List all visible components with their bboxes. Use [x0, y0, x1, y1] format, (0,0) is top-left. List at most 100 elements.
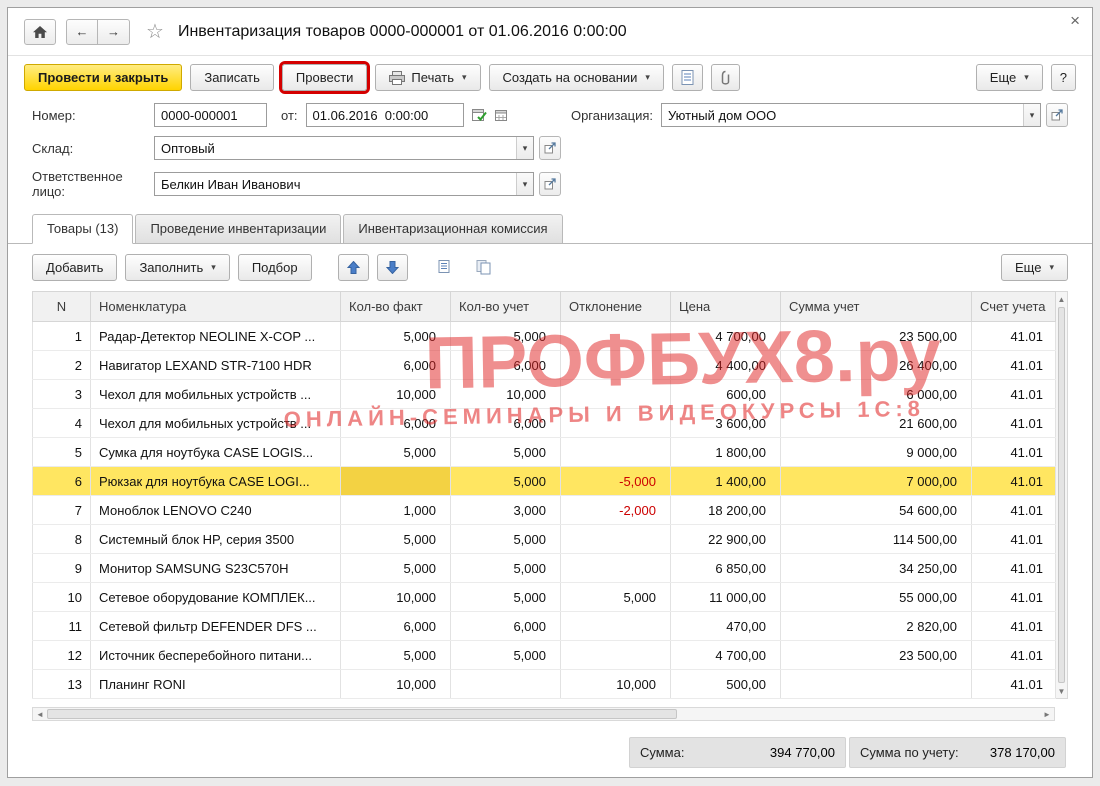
- column-header[interactable]: Кол-во факт: [340, 291, 451, 322]
- create-based-on-button[interactable]: Создать на основании ▾: [488, 64, 664, 91]
- number-field[interactable]: [154, 103, 267, 127]
- chevron-down-icon[interactable]: ▾: [516, 137, 533, 159]
- cell-name[interactable]: Моноблок LENOVO C240: [90, 495, 341, 525]
- cell-sum[interactable]: [780, 669, 972, 699]
- date-input[interactable]: [306, 104, 495, 126]
- cell-account[interactable]: 41.01: [971, 611, 1056, 641]
- cell-price[interactable]: 470,00: [670, 611, 781, 641]
- column-header[interactable]: Кол-во учет: [450, 291, 561, 322]
- cell-sum[interactable]: 34 250,00: [780, 553, 972, 583]
- cell-fact[interactable]: 5,000: [340, 524, 451, 554]
- cell-dev[interactable]: 10,000: [560, 669, 671, 699]
- scroll-left-icon[interactable]: ◄: [33, 708, 47, 720]
- scroll-up-icon[interactable]: ▲: [1056, 292, 1067, 306]
- organization-input[interactable]: [662, 104, 1023, 126]
- cell-price[interactable]: 1 800,00: [670, 437, 781, 467]
- cell-price[interactable]: 4 700,00: [670, 321, 781, 351]
- tab-goods[interactable]: Товары (13): [32, 214, 134, 244]
- cell-price[interactable]: 600,00: [670, 379, 781, 409]
- cell-name[interactable]: Сетевой фильтр DEFENDER DFS ...: [90, 611, 341, 641]
- cell-fact[interactable]: 5,000: [340, 640, 451, 670]
- cell-sum[interactable]: 23 500,00: [780, 640, 972, 670]
- cell-dev[interactable]: [560, 611, 671, 641]
- cell-qty[interactable]: 6,000: [450, 611, 561, 641]
- cell-account[interactable]: 41.01: [971, 408, 1056, 438]
- cell-name[interactable]: Сумка для ноутбука CASE LOGIS...: [90, 437, 341, 467]
- cell-sum[interactable]: 26 400,00: [780, 350, 972, 380]
- cell-price[interactable]: 4 700,00: [670, 640, 781, 670]
- cell-qty[interactable]: 6,000: [450, 408, 561, 438]
- scroll-track[interactable]: [677, 708, 1040, 720]
- cell-sum[interactable]: 23 500,00: [780, 321, 972, 351]
- cell-price[interactable]: 11 000,00: [670, 582, 781, 612]
- cell-account[interactable]: 41.01: [971, 466, 1056, 496]
- cell-account[interactable]: 41.01: [971, 640, 1056, 670]
- forward-button[interactable]: →: [98, 18, 130, 45]
- open-person-button[interactable]: [539, 172, 561, 196]
- cell-account[interactable]: 41.01: [971, 350, 1056, 380]
- cell-sum[interactable]: 21 600,00: [780, 408, 972, 438]
- home-button[interactable]: [24, 18, 56, 45]
- cell-qty[interactable]: 5,000: [450, 582, 561, 612]
- cell-fact[interactable]: 5,000: [340, 321, 451, 351]
- cell-qty[interactable]: [450, 669, 561, 699]
- paste-button[interactable]: [468, 254, 500, 281]
- vertical-scrollbar[interactable]: ▲ ▼: [1056, 291, 1068, 699]
- cell-fact[interactable]: 6,000: [340, 408, 451, 438]
- cell-account[interactable]: 41.01: [971, 582, 1056, 612]
- cell-qty[interactable]: 5,000: [450, 437, 561, 467]
- cell-sum[interactable]: 114 500,00: [780, 524, 972, 554]
- open-warehouse-button[interactable]: [539, 136, 561, 160]
- move-row-down-button[interactable]: [376, 254, 408, 281]
- cell-price[interactable]: 4 400,00: [670, 350, 781, 380]
- cell-fact[interactable]: 6,000: [340, 611, 451, 641]
- cell-n[interactable]: 5: [32, 437, 91, 467]
- vertical-scroll-thumb[interactable]: [1058, 307, 1065, 683]
- cell-price[interactable]: 18 200,00: [670, 495, 781, 525]
- cell-name[interactable]: Источник бесперебойного питани...: [90, 640, 341, 670]
- back-button[interactable]: ←: [66, 18, 98, 45]
- cell-name[interactable]: Рюкзак для ноутбука CASE LOGI...: [90, 466, 341, 496]
- column-header[interactable]: N: [32, 291, 91, 322]
- cell-name[interactable]: Чехол для мобильных устройств ...: [90, 408, 341, 438]
- cell-n[interactable]: 8: [32, 524, 91, 554]
- cell-price[interactable]: 22 900,00: [670, 524, 781, 554]
- pick-button[interactable]: Подбор: [237, 254, 312, 281]
- post-and-close-button[interactable]: Провести и закрыть: [24, 64, 183, 91]
- table-row[interactable]: 13 Планинг RONI 10,000 10,000 500,00 41.01: [32, 669, 1056, 699]
- cell-account[interactable]: 41.01: [971, 321, 1056, 351]
- cell-n[interactable]: 4: [32, 408, 91, 438]
- cell-qty[interactable]: 5,000: [450, 466, 561, 496]
- cell-name[interactable]: Чехол для мобильных устройств ...: [90, 379, 341, 409]
- cell-n[interactable]: 1: [32, 321, 91, 351]
- calendar-icon[interactable]: [494, 104, 507, 126]
- chevron-down-icon[interactable]: ▾: [1023, 104, 1040, 126]
- table-row[interactable]: 8 Системный блок HP, серия 3500 5,000 5,000…: [32, 524, 1056, 554]
- cell-account[interactable]: 41.01: [971, 379, 1056, 409]
- cell-qty[interactable]: 10,000: [450, 379, 561, 409]
- open-organization-button[interactable]: [1046, 103, 1068, 127]
- cell-n[interactable]: 6: [32, 466, 91, 496]
- help-button[interactable]: ?: [1050, 64, 1076, 91]
- cell-qty[interactable]: 3,000: [450, 495, 561, 525]
- cell-name[interactable]: Сетевое оборудование КОМПЛЕК...: [90, 582, 341, 612]
- cell-qty[interactable]: 5,000: [450, 524, 561, 554]
- cell-qty[interactable]: 6,000: [450, 350, 561, 380]
- cell-name[interactable]: Радар-Детектор NEOLINE X-COP ...: [90, 321, 341, 351]
- cell-qty[interactable]: 5,000: [450, 321, 561, 351]
- cell-fact[interactable]: 1,000: [340, 495, 451, 525]
- cell-dev[interactable]: [560, 350, 671, 380]
- cell-price[interactable]: 1 400,00: [670, 466, 781, 496]
- cell-dev[interactable]: [560, 437, 671, 467]
- cell-fact[interactable]: [340, 466, 451, 496]
- cell-sum[interactable]: 9 000,00: [780, 437, 972, 467]
- table-row[interactable]: 6 Рюкзак для ноутбука CASE LOGI... 5,000 -5…: [32, 466, 1056, 496]
- table-row[interactable]: 9 Монитор SAMSUNG S23C570H 5,000 5,000 6 850…: [32, 553, 1056, 583]
- cell-n[interactable]: 9: [32, 553, 91, 583]
- cell-price[interactable]: 500,00: [670, 669, 781, 699]
- cell-dev[interactable]: [560, 553, 671, 583]
- tab-inventory-posting[interactable]: Проведение инвентаризации: [135, 214, 342, 244]
- column-header[interactable]: Счет учета: [971, 291, 1056, 322]
- table-row[interactable]: 7 Моноблок LENOVO C240 1,000 3,000 -2,000 18 …: [32, 495, 1056, 525]
- cell-dev[interactable]: [560, 408, 671, 438]
